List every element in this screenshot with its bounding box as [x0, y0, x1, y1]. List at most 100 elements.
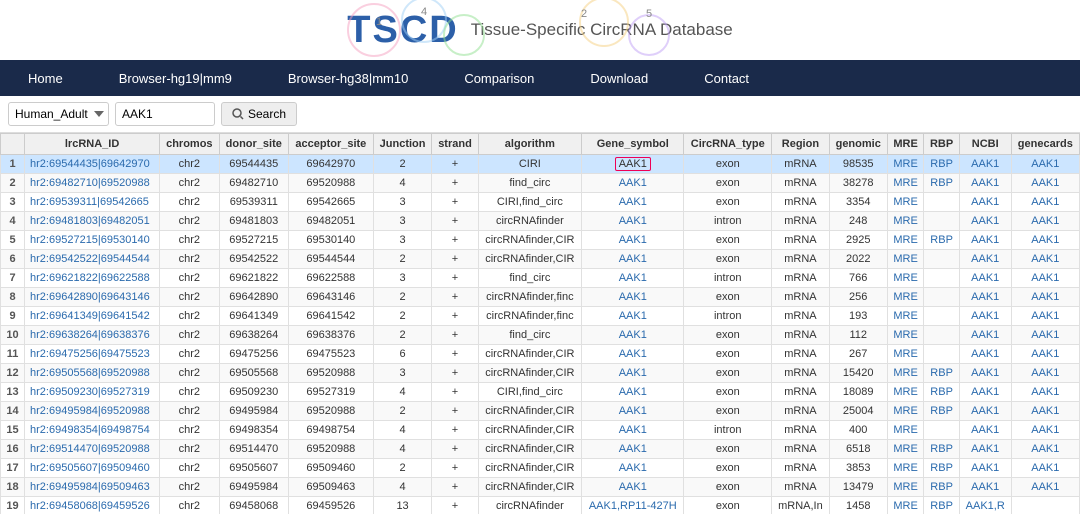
lrna-id-cell[interactable]: hr2:69527215|69530140 — [25, 231, 160, 250]
rbp-cell[interactable] — [924, 307, 959, 326]
ncbi-cell[interactable]: AAK1 — [959, 193, 1011, 212]
lrna-id-cell[interactable]: hr2:69458068|69459526 — [25, 497, 160, 514]
genecards-cell[interactable]: AAK1 — [1011, 478, 1079, 497]
mre-cell[interactable]: MRE — [887, 345, 924, 364]
ncbi-cell[interactable]: AAK1,R — [959, 497, 1011, 514]
gene-symbol-cell[interactable]: AAK1 — [582, 288, 684, 307]
lrna-id-cell[interactable]: hr2:69544435|69642970 — [25, 155, 160, 174]
rbp-cell[interactable] — [924, 345, 959, 364]
gene-symbol-cell[interactable]: AAK1,RP11-427H — [582, 497, 684, 514]
table-row[interactable]: 11 hr2:69475256|69475523 chr2 69475256 6… — [1, 345, 1080, 364]
rbp-cell[interactable] — [924, 421, 959, 440]
table-row[interactable]: 3 hr2:69539311|69542665 chr2 69539311 69… — [1, 193, 1080, 212]
table-row[interactable]: 2 hr2:69482710|69520988 chr2 69482710 69… — [1, 174, 1080, 193]
table-row[interactable]: 1 hr2:69544435|69642970 chr2 69544435 69… — [1, 155, 1080, 174]
gene-symbol-cell[interactable]: AAK1 — [582, 174, 684, 193]
genecards-cell[interactable]: AAK1 — [1011, 212, 1079, 231]
genecards-cell[interactable]: AAK1 — [1011, 364, 1079, 383]
gene-symbol-cell[interactable]: AAK1 — [582, 155, 684, 174]
gene-symbol-cell[interactable]: AAK1 — [582, 307, 684, 326]
table-row[interactable]: 16 hr2:69514470|69520988 chr2 69514470 6… — [1, 440, 1080, 459]
lrna-id-cell[interactable]: hr2:69539311|69542665 — [25, 193, 160, 212]
genecards-cell[interactable]: AAK1 — [1011, 288, 1079, 307]
lrna-id-cell[interactable]: hr2:69642890|69643146 — [25, 288, 160, 307]
table-row[interactable]: 12 hr2:69505568|69520988 chr2 69505568 6… — [1, 364, 1080, 383]
lrna-id-cell[interactable]: hr2:69621822|69622588 — [25, 269, 160, 288]
table-row[interactable]: 10 hr2:69638264|69638376 chr2 69638264 6… — [1, 326, 1080, 345]
ncbi-cell[interactable]: AAK1 — [959, 478, 1011, 497]
mre-cell[interactable]: MRE — [887, 174, 924, 193]
ncbi-cell[interactable]: AAK1 — [959, 402, 1011, 421]
gene-symbol-cell[interactable]: AAK1 — [582, 345, 684, 364]
gene-symbol-cell[interactable]: AAK1 — [582, 440, 684, 459]
rbp-cell[interactable] — [924, 288, 959, 307]
lrna-id-cell[interactable]: hr2:69505568|69520988 — [25, 364, 160, 383]
table-row[interactable]: 17 hr2:69505607|69509460 chr2 69505607 6… — [1, 459, 1080, 478]
gene-symbol-cell[interactable]: AAK1 — [582, 326, 684, 345]
mre-cell[interactable]: MRE — [887, 364, 924, 383]
ncbi-cell[interactable]: AAK1 — [959, 345, 1011, 364]
table-row[interactable]: 6 hr2:69542522|69544544 chr2 69542522 69… — [1, 250, 1080, 269]
genecards-cell[interactable]: AAK1 — [1011, 193, 1079, 212]
ncbi-cell[interactable]: AAK1 — [959, 174, 1011, 193]
genecards-cell[interactable]: AAK1 — [1011, 459, 1079, 478]
ncbi-cell[interactable]: AAK1 — [959, 250, 1011, 269]
rbp-cell[interactable]: RBP — [924, 497, 959, 514]
table-row[interactable]: 7 hr2:69621822|69622588 chr2 69621822 69… — [1, 269, 1080, 288]
rbp-cell[interactable]: RBP — [924, 231, 959, 250]
mre-cell[interactable]: MRE — [887, 288, 924, 307]
genecards-cell[interactable]: AAK1 — [1011, 345, 1079, 364]
genecards-cell[interactable]: AAK1 — [1011, 383, 1079, 402]
ncbi-cell[interactable]: AAK1 — [959, 269, 1011, 288]
lrna-id-cell[interactable]: hr2:69638264|69638376 — [25, 326, 160, 345]
ncbi-cell[interactable]: AAK1 — [959, 307, 1011, 326]
rbp-cell[interactable]: RBP — [924, 478, 959, 497]
lrna-id-cell[interactable]: hr2:69495984|69509463 — [25, 478, 160, 497]
rbp-cell[interactable]: RBP — [924, 174, 959, 193]
mre-cell[interactable]: MRE — [887, 269, 924, 288]
mre-cell[interactable]: MRE — [887, 250, 924, 269]
genecards-cell[interactable]: AAK1 — [1011, 307, 1079, 326]
table-row[interactable]: 9 hr2:69641349|69641542 chr2 69641349 69… — [1, 307, 1080, 326]
lrna-id-cell[interactable]: hr2:69475256|69475523 — [25, 345, 160, 364]
genecards-cell[interactable]: AAK1 — [1011, 326, 1079, 345]
genecards-cell[interactable]: AAK1 — [1011, 231, 1079, 250]
table-row[interactable]: 19 hr2:69458068|69459526 chr2 69458068 6… — [1, 497, 1080, 514]
ncbi-cell[interactable]: AAK1 — [959, 326, 1011, 345]
mre-cell[interactable]: MRE — [887, 307, 924, 326]
rbp-cell[interactable] — [924, 193, 959, 212]
genecards-cell[interactable]: AAK1 — [1011, 174, 1079, 193]
mre-cell[interactable]: MRE — [887, 326, 924, 345]
table-row[interactable]: 13 hr2:69509230|69527319 chr2 69509230 6… — [1, 383, 1080, 402]
ncbi-cell[interactable]: AAK1 — [959, 440, 1011, 459]
ncbi-cell[interactable]: AAK1 — [959, 421, 1011, 440]
ncbi-cell[interactable]: AAK1 — [959, 231, 1011, 250]
lrna-id-cell[interactable]: hr2:69509230|69527319 — [25, 383, 160, 402]
table-row[interactable]: 5 hr2:69527215|69530140 chr2 69527215 69… — [1, 231, 1080, 250]
genecards-cell[interactable]: AAK1 — [1011, 402, 1079, 421]
genecards-cell[interactable]: AAK1 — [1011, 155, 1079, 174]
rbp-cell[interactable]: RBP — [924, 364, 959, 383]
nav-home[interactable]: Home — [0, 60, 91, 96]
mre-cell[interactable]: MRE — [887, 421, 924, 440]
nav-contact[interactable]: Contact — [676, 60, 777, 96]
mre-cell[interactable]: MRE — [887, 155, 924, 174]
rbp-cell[interactable] — [924, 269, 959, 288]
mre-cell[interactable]: MRE — [887, 459, 924, 478]
lrna-id-cell[interactable]: hr2:69481803|69482051 — [25, 212, 160, 231]
table-row[interactable]: 18 hr2:69495984|69509463 chr2 69495984 6… — [1, 478, 1080, 497]
table-row[interactable]: 4 hr2:69481803|69482051 chr2 69481803 69… — [1, 212, 1080, 231]
mre-cell[interactable]: MRE — [887, 497, 924, 514]
gene-symbol-cell[interactable]: AAK1 — [582, 212, 684, 231]
gene-symbol-cell[interactable]: AAK1 — [582, 478, 684, 497]
rbp-cell[interactable]: RBP — [924, 383, 959, 402]
table-row[interactable]: 15 hr2:69498354|69498754 chr2 69498354 6… — [1, 421, 1080, 440]
mre-cell[interactable]: MRE — [887, 478, 924, 497]
genecards-cell[interactable]: AAK1 — [1011, 440, 1079, 459]
gene-symbol-cell[interactable]: AAK1 — [582, 250, 684, 269]
gene-symbol-cell[interactable]: AAK1 — [582, 383, 684, 402]
genecards-cell[interactable]: AAK1 — [1011, 421, 1079, 440]
table-row[interactable]: 14 hr2:69495984|69520988 chr2 69495984 6… — [1, 402, 1080, 421]
gene-symbol-cell[interactable]: AAK1 — [582, 421, 684, 440]
search-button[interactable]: Search — [221, 102, 297, 126]
